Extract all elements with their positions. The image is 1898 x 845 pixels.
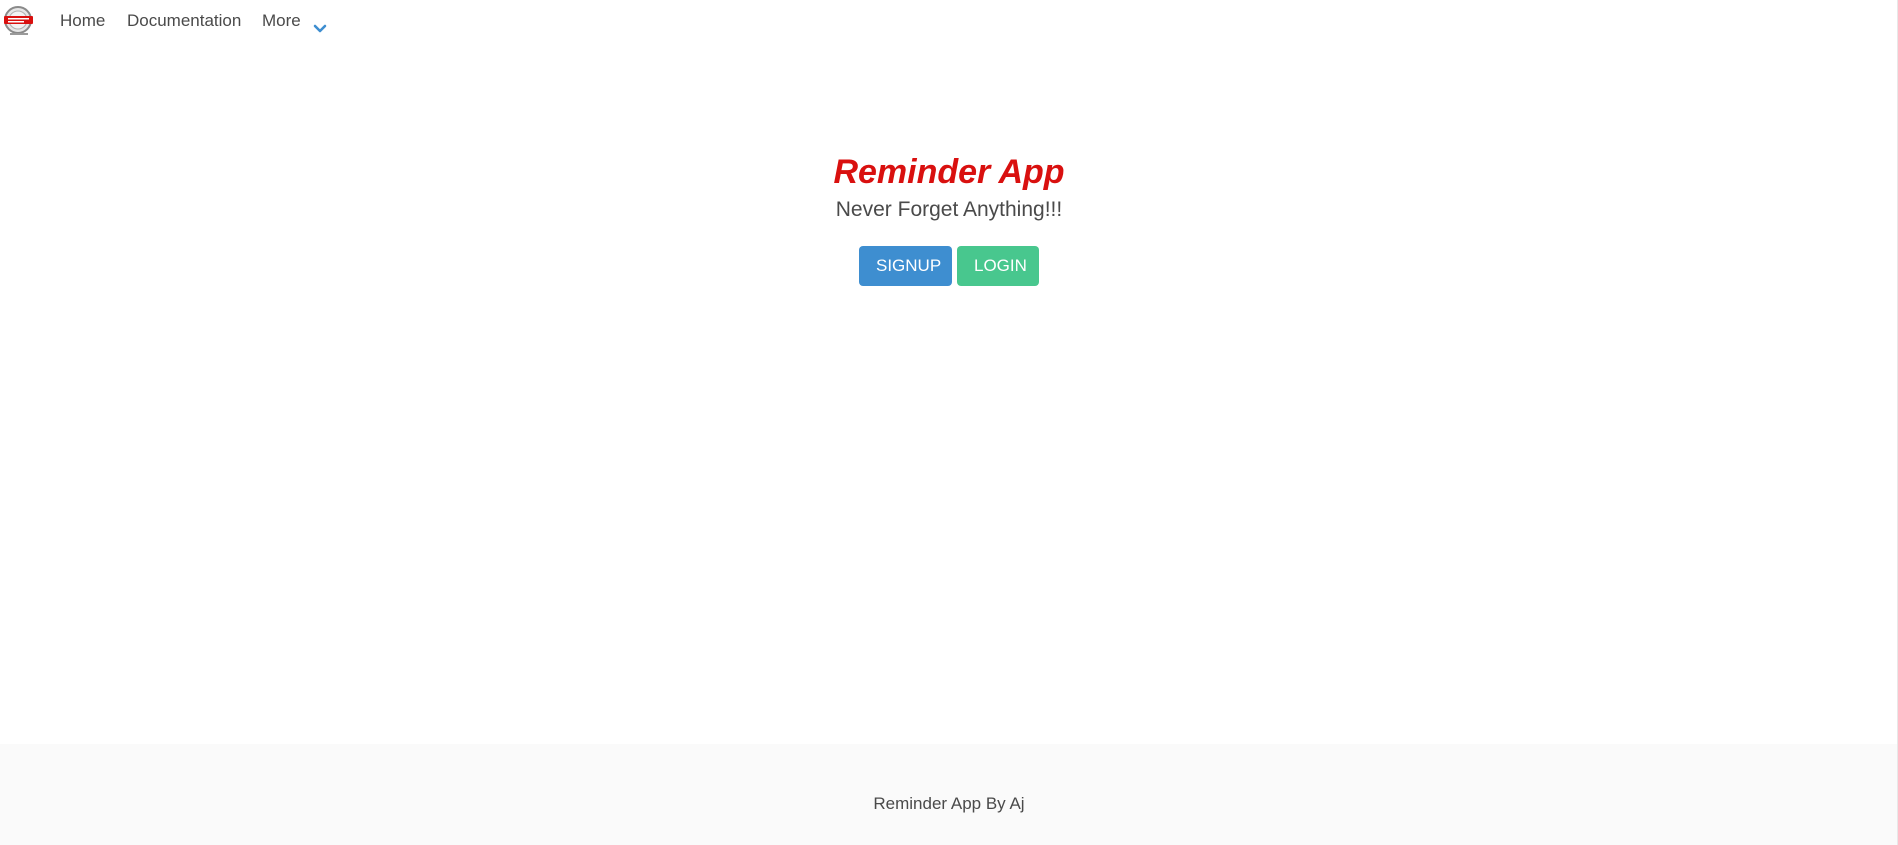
hero-button-row: SIGNUP LOGIN (0, 246, 1898, 286)
top-navbar: Home Documentation More (0, 0, 1898, 42)
footer-credit-text: Reminder App By Aj (873, 794, 1025, 813)
hero-section: Reminder App Never Forget Anything!!! SI… (0, 148, 1898, 286)
hero-subtitle: Never Forget Anything!!! (835, 198, 1063, 221)
hero-title: Reminder App (833, 153, 1065, 191)
logo-badge-icon (4, 6, 33, 35)
nav-documentation-link[interactable]: Documentation (127, 0, 241, 42)
nav-more-label: More (262, 11, 301, 30)
nav-home-link[interactable]: Home (60, 0, 105, 42)
nav-more-dropdown[interactable]: More (262, 0, 329, 42)
chevron-down-icon (311, 12, 329, 33)
reminder-app-logo[interactable] (2, 5, 35, 36)
login-button[interactable]: LOGIN (957, 246, 1039, 286)
page-footer: Reminder App By Aj (0, 744, 1898, 845)
signup-button[interactable]: SIGNUP (859, 246, 952, 286)
page: Home Documentation More Reminder App Nev… (0, 0, 1898, 845)
